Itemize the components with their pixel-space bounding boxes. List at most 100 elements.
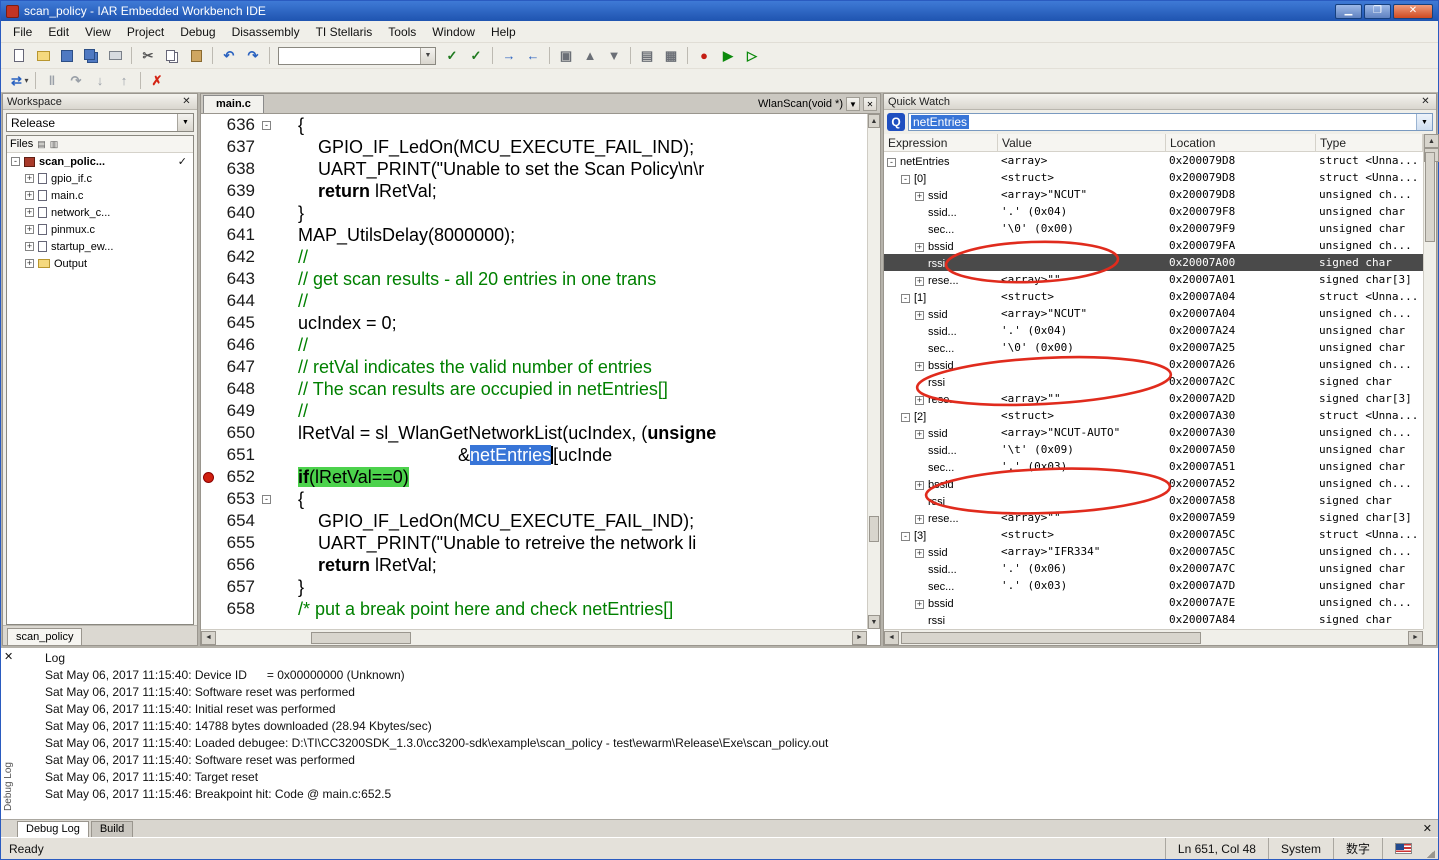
watch-row[interactable]: -[1]<struct>0x20007A04struct <Unna... bbox=[884, 288, 1423, 305]
code-line[interactable]: 640 } bbox=[201, 202, 867, 224]
tree-expand-icon[interactable]: + bbox=[915, 600, 924, 609]
breakpoint-margin[interactable] bbox=[201, 290, 216, 312]
step-into-button[interactable]: ↓ bbox=[89, 71, 111, 91]
log-close-icon[interactable]: ✕ bbox=[4, 650, 13, 663]
quickwatch-recalculate-button[interactable]: Q bbox=[887, 113, 905, 131]
quickwatch-dropdown-icon[interactable]: ▼ bbox=[1416, 114, 1432, 130]
breakpoint-margin[interactable] bbox=[201, 312, 216, 334]
fold-margin[interactable] bbox=[262, 422, 278, 444]
workspace-close-icon[interactable]: ✕ bbox=[180, 96, 193, 108]
watch-column-header-type[interactable]: Type bbox=[1316, 134, 1423, 151]
watch-row[interactable]: +rese...<array>""0x20007A2Dsigned char[3… bbox=[884, 390, 1423, 407]
fold-margin[interactable] bbox=[262, 246, 278, 268]
menu-edit[interactable]: Edit bbox=[40, 22, 77, 42]
code-line[interactable]: 658 /* put a break point here and check … bbox=[201, 598, 867, 620]
watch-row[interactable]: rssi0x20007A2Csigned char bbox=[884, 373, 1423, 390]
save-all-button[interactable] bbox=[80, 46, 102, 66]
breakpoint-margin[interactable] bbox=[201, 598, 216, 620]
tree-expand-icon[interactable]: + bbox=[25, 208, 34, 217]
code-line[interactable]: 649 // bbox=[201, 400, 867, 422]
code-line[interactable]: 645 ucIndex = 0; bbox=[201, 312, 867, 334]
fold-margin[interactable] bbox=[262, 180, 278, 202]
watch-scroll-left-icon[interactable]: ◄ bbox=[884, 631, 899, 645]
workspace-tree-item[interactable]: +main.c bbox=[7, 187, 193, 204]
fold-margin[interactable] bbox=[262, 466, 278, 488]
workspace-tree-item[interactable]: -scan_polic...✓ bbox=[7, 153, 193, 170]
quickwatch-close-icon[interactable]: ✕ bbox=[1419, 96, 1432, 108]
log-tab-build[interactable]: Build bbox=[91, 821, 133, 837]
code-line[interactable]: 653- { bbox=[201, 488, 867, 510]
function-selector-dropdown-icon[interactable]: ▼ bbox=[846, 97, 860, 111]
watch-row[interactable]: ssid...'.' (0x06)0x20007A7Cunsigned char bbox=[884, 560, 1423, 577]
code-line[interactable]: 650 lRetVal = sl_WlanGetNetworkList(ucIn… bbox=[201, 422, 867, 444]
workspace-tab-scan-policy[interactable]: scan_policy bbox=[7, 628, 82, 645]
save-button[interactable] bbox=[56, 46, 78, 66]
code-line[interactable]: 656 return lRetVal; bbox=[201, 554, 867, 576]
breakpoint-margin[interactable] bbox=[201, 356, 216, 378]
paste-button[interactable] bbox=[185, 46, 207, 66]
editor-close-icon[interactable]: ✕ bbox=[863, 97, 877, 111]
breakpoint-margin[interactable] bbox=[201, 268, 216, 290]
tree-expand-icon[interactable]: + bbox=[915, 396, 924, 405]
files-column-icon-1[interactable]: ▤ bbox=[37, 139, 46, 150]
watch-column-header-value[interactable]: Value bbox=[998, 134, 1166, 151]
watch-row[interactable]: +ssid<array>"IFR334"0x20007A5Cunsigned c… bbox=[884, 543, 1423, 560]
configuration-dropdown[interactable]: Release ▼ bbox=[6, 113, 194, 132]
watch-row[interactable]: rssi0x20007A84signed char bbox=[884, 611, 1423, 628]
scroll-right-icon[interactable]: ► bbox=[852, 631, 867, 645]
breakpoint-margin[interactable] bbox=[201, 136, 216, 158]
quickwatch-panel-header[interactable]: Quick Watch ✕ bbox=[884, 94, 1436, 110]
resize-grip[interactable] bbox=[1424, 838, 1438, 859]
code-area[interactable]: 636- {637 GPIO_IF_LedOn(MCU_EXECUTE_FAIL… bbox=[201, 114, 867, 629]
reset-button[interactable]: ⇄▾ bbox=[8, 71, 30, 91]
code-line[interactable]: 642 // bbox=[201, 246, 867, 268]
tree-expand-icon[interactable]: + bbox=[25, 191, 34, 200]
menu-view[interactable]: View bbox=[77, 22, 119, 42]
make-button[interactable]: ▦ bbox=[660, 46, 682, 66]
breakpoint-margin[interactable] bbox=[201, 510, 216, 532]
watch-row[interactable]: +bssid0x20007A7Eunsigned ch... bbox=[884, 594, 1423, 611]
open-button[interactable] bbox=[32, 46, 54, 66]
quickwatch-expression-input[interactable]: netEntries ▼ bbox=[908, 113, 1433, 131]
fold-margin[interactable] bbox=[262, 554, 278, 576]
fold-margin[interactable] bbox=[262, 202, 278, 224]
watch-row[interactable]: +bssid0x20007A26unsigned ch... bbox=[884, 356, 1423, 373]
tree-collapse-icon[interactable]: - bbox=[11, 157, 20, 166]
navigate-forward-button[interactable]: → bbox=[498, 46, 520, 66]
watch-row[interactable]: ssid...'\t' (0x09)0x20007A50unsigned cha… bbox=[884, 441, 1423, 458]
previous-bookmark-button[interactable]: ▲ bbox=[579, 46, 601, 66]
fold-margin[interactable] bbox=[262, 268, 278, 290]
scroll-left-icon[interactable]: ◄ bbox=[201, 631, 216, 645]
code-line[interactable]: 643 // get scan results - all 20 entries… bbox=[201, 268, 867, 290]
breakpoint-margin[interactable] bbox=[201, 466, 216, 488]
code-line[interactable]: 636- { bbox=[201, 114, 867, 136]
tree-expand-icon[interactable]: + bbox=[915, 243, 924, 252]
tree-expand-icon[interactable]: + bbox=[25, 259, 34, 268]
tree-expand-icon[interactable]: + bbox=[915, 515, 924, 524]
fold-margin[interactable] bbox=[262, 378, 278, 400]
tree-collapse-icon[interactable]: - bbox=[901, 175, 910, 184]
fold-margin[interactable] bbox=[262, 136, 278, 158]
workspace-tree-item[interactable]: +startup_ew... bbox=[7, 238, 193, 255]
fold-collapse-icon[interactable]: - bbox=[262, 121, 271, 130]
breakpoint-margin[interactable] bbox=[201, 400, 216, 422]
fold-margin[interactable] bbox=[262, 598, 278, 620]
watch-row[interactable]: sec...'.' (0x03)0x20007A51unsigned char bbox=[884, 458, 1423, 475]
next-bookmark-button[interactable]: ▼ bbox=[603, 46, 625, 66]
fold-margin[interactable] bbox=[262, 334, 278, 356]
fold-margin[interactable] bbox=[262, 444, 278, 466]
fold-margin[interactable] bbox=[262, 356, 278, 378]
toggle-bookmark-button[interactable]: ▣ bbox=[555, 46, 577, 66]
new-document-button[interactable] bbox=[8, 46, 30, 66]
code-line[interactable]: 644 // bbox=[201, 290, 867, 312]
code-line[interactable]: 651 &netEntries[ucInde bbox=[201, 444, 867, 466]
watch-vscroll-thumb[interactable] bbox=[1425, 152, 1435, 242]
tree-expand-icon[interactable]: + bbox=[25, 225, 34, 234]
fold-margin[interactable] bbox=[262, 312, 278, 334]
scroll-down-icon[interactable]: ▼ bbox=[868, 615, 880, 629]
step-over-button[interactable]: ↷ bbox=[65, 71, 87, 91]
editor-vscroll-thumb[interactable] bbox=[869, 516, 879, 542]
redo-button[interactable]: ↷ bbox=[242, 46, 264, 66]
menu-disassembly[interactable]: Disassembly bbox=[224, 22, 308, 42]
download-and-debug-button[interactable]: ▶ bbox=[717, 46, 739, 66]
